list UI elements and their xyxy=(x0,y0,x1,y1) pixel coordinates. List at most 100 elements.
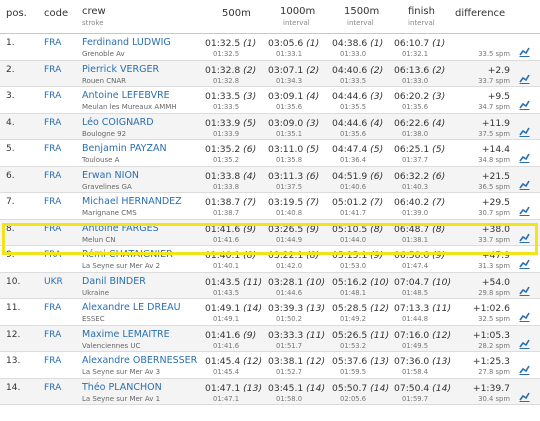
split-time-value: 05:15.1 xyxy=(332,250,368,261)
athlete-name-link[interactable]: Pierrick VERGER xyxy=(82,64,159,75)
split-rank: (12) xyxy=(432,329,452,341)
header-interval-1: interval xyxy=(283,19,310,27)
table-row: 3. FRA Antoine LEFEBVRE Meulan les Mureaux … xyxy=(0,87,540,114)
header-finish: finish xyxy=(408,6,435,17)
split-time: 03:09.0 (3) xyxy=(268,118,319,129)
interval-time: 01:47.1 xyxy=(213,394,240,403)
country-code[interactable]: FRA xyxy=(44,118,61,128)
split-time-value: 04:51.9 xyxy=(332,170,368,182)
line-chart-icon[interactable] xyxy=(519,254,530,269)
line-chart-icon[interactable] xyxy=(519,201,530,216)
line-chart-icon[interactable] xyxy=(519,148,530,163)
club-name: La Seyne sur Mer Av 2 xyxy=(82,262,161,270)
athlete-name-link[interactable]: Alexandre OBERNESSER xyxy=(82,355,197,366)
split-time-value: 03:05.6 xyxy=(268,38,304,49)
athlete-name-link[interactable]: Maxime LEMAITRE xyxy=(82,329,170,340)
split-time-value: 06:32.2 xyxy=(394,170,430,182)
split-time: 01:32.8 (2) xyxy=(205,65,256,76)
country-code[interactable]: FRA xyxy=(44,144,61,154)
athlete-name-link[interactable]: Erwan NION xyxy=(82,170,139,181)
split-time: 07:04.7 (10) xyxy=(394,277,451,288)
line-chart-icon[interactable] xyxy=(519,360,530,375)
line-chart-icon[interactable] xyxy=(519,95,530,110)
interval-time: 01:53.2 xyxy=(340,341,367,350)
split-time: 01:47.1 (13) xyxy=(205,383,262,394)
split-time-value: 06:58.6 xyxy=(394,250,430,261)
interval-time: 01:47.4 xyxy=(402,262,429,270)
country-code[interactable]: FRA xyxy=(44,197,61,207)
athlete-name-link[interactable]: Antoine FARGES xyxy=(82,223,159,234)
line-chart-icon[interactable] xyxy=(519,228,530,243)
country-code[interactable]: FRA xyxy=(44,303,61,313)
split-time-value: 01:35.2 xyxy=(205,144,241,155)
split-time-value: 03:07.1 xyxy=(268,64,304,76)
interval-time: 01:38.0 xyxy=(402,129,429,138)
line-chart-icon[interactable] xyxy=(519,122,530,137)
split-rank: (9) xyxy=(370,250,384,261)
country-code[interactable]: FRA xyxy=(44,250,61,260)
position: 10. xyxy=(6,276,21,287)
athlete-name-link[interactable]: Antoine LEFEBVRE xyxy=(82,90,170,101)
club-name: La Seyne sur Mer Av 3 xyxy=(82,368,161,376)
club-name: Meulan les Mureaux AMMH xyxy=(82,103,177,111)
time-difference: +54.0 xyxy=(481,276,510,288)
athlete-name-link[interactable]: Rémi CHATAIGNIER xyxy=(82,249,173,260)
split-time-value: 03:22.1 xyxy=(268,250,304,261)
athlete-name-link[interactable]: Michael HERNANDEZ xyxy=(82,196,182,207)
table-row: 14. FRA Théo PLANCHON La Seyne sur Mer Av 1… xyxy=(0,378,540,405)
athlete-name-link[interactable]: Léo COIGNARD xyxy=(82,117,154,128)
split-rank: (7) xyxy=(306,197,320,208)
country-code[interactable]: FRA xyxy=(44,65,61,75)
line-chart-icon[interactable] xyxy=(519,281,530,296)
country-code[interactable]: FRA xyxy=(44,356,61,366)
interval-time: 01:41.7 xyxy=(340,209,367,217)
split-time: 03:07.1 (2) xyxy=(268,65,319,76)
split-rank: (12) xyxy=(370,303,390,314)
club-name: Melun CN xyxy=(82,235,116,244)
split-rank: (11) xyxy=(306,329,326,341)
interval-time: 01:33.9 xyxy=(213,129,240,138)
athlete-name-link[interactable]: Ferdinand LUDWIG xyxy=(82,37,171,48)
split-time: 01:35.2 (6) xyxy=(205,144,256,155)
line-chart-icon[interactable] xyxy=(519,42,530,57)
country-code[interactable]: FRA xyxy=(44,330,61,340)
country-code[interactable]: FRA xyxy=(44,91,61,101)
split-time: 01:38.7 (7) xyxy=(205,197,256,208)
line-chart-icon[interactable] xyxy=(519,334,530,349)
split-time: 06:25.1 (5) xyxy=(394,144,445,155)
athlete-name-link[interactable]: Benjamin PAYZAN xyxy=(82,143,167,154)
split-rank: (11) xyxy=(432,303,452,314)
interval-time: 01:35.6 xyxy=(340,129,367,138)
split-rank: (2) xyxy=(370,64,384,76)
line-chart-icon[interactable] xyxy=(519,387,530,402)
split-time: 01:32.5 (1) xyxy=(205,38,256,49)
interval-time: 01:39.0 xyxy=(402,209,429,217)
interval-time: 01:49.5 xyxy=(402,341,429,350)
interval-time: 01:40.6 xyxy=(340,182,367,191)
split-time: 03:33.3 (11) xyxy=(268,330,325,341)
split-time: 05:37.6 (13) xyxy=(332,356,389,367)
line-chart-icon[interactable] xyxy=(519,307,530,322)
athlete-name-link[interactable]: Danil BINDER xyxy=(82,276,146,287)
athlete-name-link[interactable]: Théo PLANCHON xyxy=(82,382,162,393)
split-time: 07:36.0 (13) xyxy=(394,356,451,367)
line-chart-icon[interactable] xyxy=(519,69,530,84)
country-code[interactable]: FRA xyxy=(44,38,61,48)
split-rank: (2) xyxy=(243,64,257,76)
country-code[interactable]: FRA xyxy=(44,224,61,234)
line-chart-icon[interactable] xyxy=(519,175,530,190)
interval-time: 01:58.0 xyxy=(276,394,303,403)
split-rank: (10) xyxy=(370,276,390,288)
country-code[interactable]: UKR xyxy=(44,277,63,287)
interval-time: 01:35.5 xyxy=(340,103,367,111)
country-code[interactable]: FRA xyxy=(44,171,61,181)
interval-time: 01:36.4 xyxy=(340,156,367,164)
split-time: 07:50.4 (14) xyxy=(394,383,451,394)
time-difference: +14.4 xyxy=(481,144,510,155)
interval-time: 01:58.4 xyxy=(402,368,429,376)
split-time-value: 05:50.7 xyxy=(332,382,368,394)
athlete-name-link[interactable]: Alexandre LE DREAU xyxy=(82,302,181,313)
split-rank: (9) xyxy=(432,250,446,261)
country-code[interactable]: FRA xyxy=(44,383,61,393)
table-row: 4. FRA Léo COIGNARD Boulogne 92 01:33.9 (5) 0… xyxy=(0,113,540,140)
